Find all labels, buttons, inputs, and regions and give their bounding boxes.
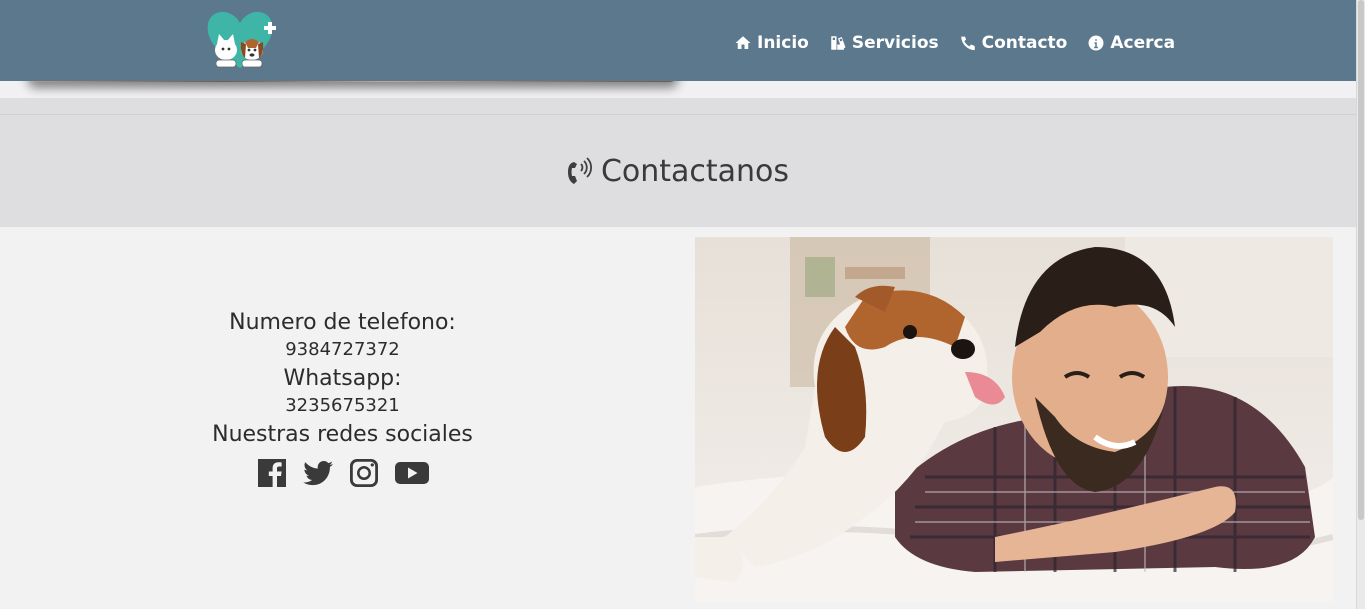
section-separator bbox=[0, 98, 1356, 114]
nav-item-label: Servicios bbox=[851, 33, 939, 53]
phone-icon bbox=[960, 36, 975, 51]
social-label: Nuestras redes sociales bbox=[212, 422, 473, 447]
nav-links: Inicio Servicios Contacto Acerca bbox=[734, 33, 1175, 53]
phone-label: Numero de telefono: bbox=[229, 310, 456, 335]
contact-info: Numero de telefono: 9384727372 Whatsapp:… bbox=[140, 310, 545, 489]
nav-item-label: Contacto bbox=[981, 33, 1068, 53]
phone-ring-icon bbox=[567, 157, 592, 184]
nav-item-inicio[interactable]: Inicio bbox=[734, 33, 809, 53]
twitter-icon[interactable] bbox=[302, 457, 334, 489]
whatsapp-value: 3235675321 bbox=[285, 395, 400, 416]
nav-item-label: Inicio bbox=[757, 33, 809, 53]
services-icon bbox=[831, 36, 846, 50]
man-with-dog-image bbox=[695, 237, 1333, 602]
youtube-icon[interactable] bbox=[394, 457, 430, 489]
scrollbar-thumb[interactable] bbox=[1358, 0, 1364, 520]
nav-item-contacto[interactable]: Contacto bbox=[959, 33, 1068, 53]
brand-logo[interactable] bbox=[204, 6, 276, 72]
nav-item-label: Acerca bbox=[1110, 33, 1176, 53]
whatsapp-label: Whatsapp: bbox=[283, 366, 402, 391]
contact-title: Contactanos bbox=[600, 153, 790, 189]
nav-item-acerca[interactable]: Acerca bbox=[1087, 33, 1175, 53]
contact-photo bbox=[695, 237, 1333, 602]
navbar: Inicio Servicios Contacto Acerca bbox=[0, 0, 1356, 81]
instagram-icon[interactable] bbox=[348, 457, 380, 489]
home-icon bbox=[735, 36, 751, 49]
page-scrollbar[interactable] bbox=[1356, 0, 1365, 609]
phone-value: 9384727372 bbox=[285, 339, 400, 360]
facebook-icon[interactable] bbox=[256, 457, 288, 489]
logo-image bbox=[207, 11, 276, 68]
nav-item-servicios[interactable]: Servicios bbox=[829, 33, 939, 53]
social-links bbox=[140, 457, 545, 489]
info-icon bbox=[1088, 35, 1104, 51]
contact-header: Contactanos bbox=[0, 114, 1356, 227]
